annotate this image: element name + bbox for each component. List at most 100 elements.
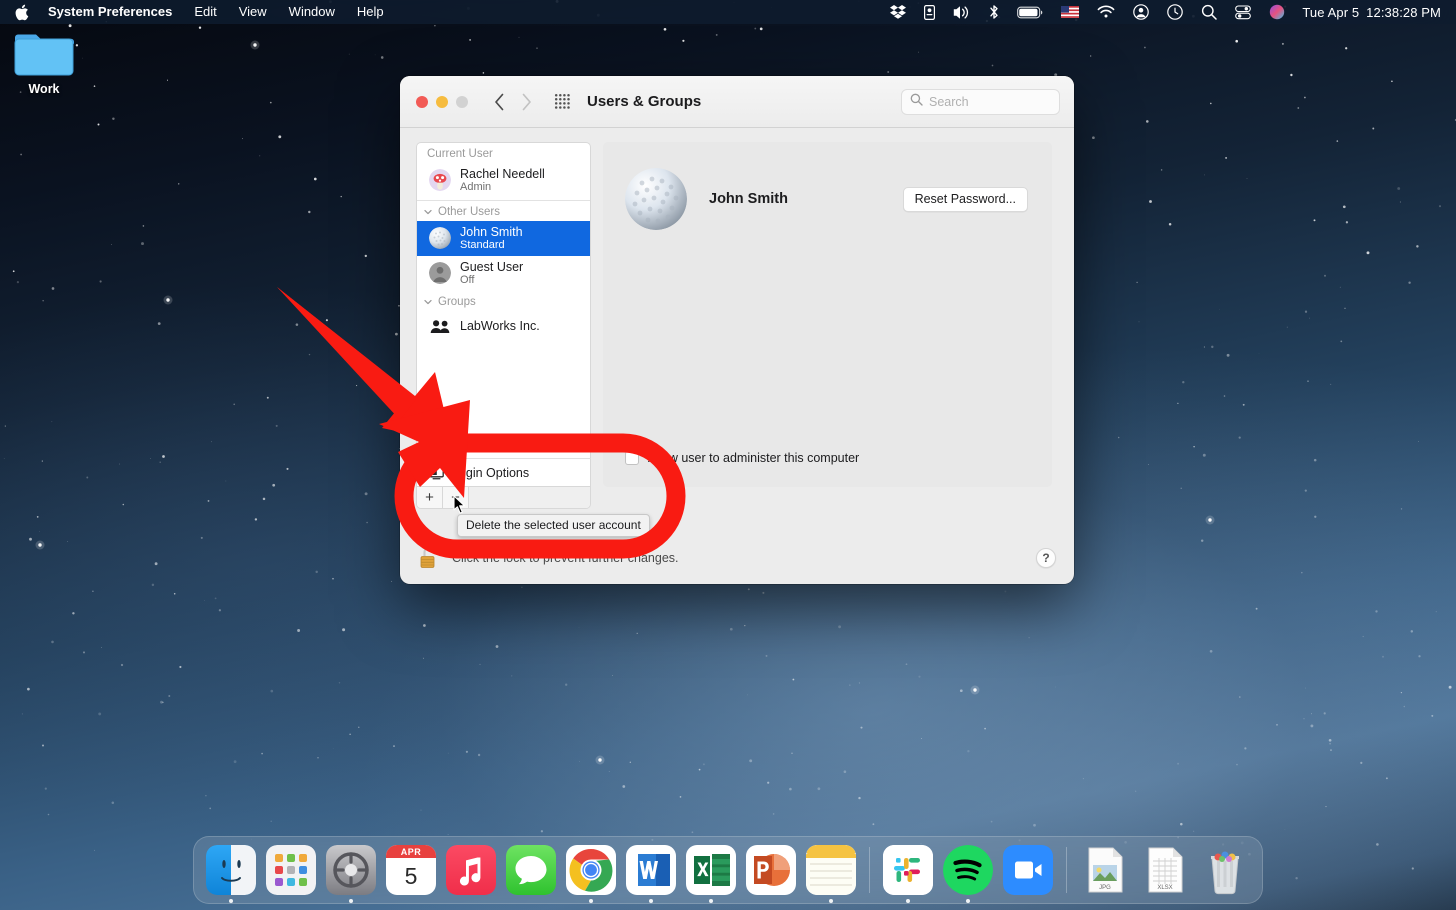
- user-row-rachel-needell[interactable]: Rachel Needell Admin: [417, 163, 590, 198]
- menu-bar-date: Tue Apr 5: [1302, 4, 1360, 20]
- user-row-guest-user[interactable]: Guest User Off: [417, 256, 590, 291]
- running-indicator: [349, 899, 353, 903]
- add-user-button[interactable]: +: [417, 487, 443, 508]
- apple-logo-icon[interactable]: [11, 4, 40, 21]
- running-indicator: [649, 899, 653, 903]
- close-button[interactable]: [416, 95, 428, 108]
- user-role: Off: [460, 273, 475, 286]
- backup-icon[interactable]: [915, 0, 944, 24]
- running-indicator: [829, 899, 833, 903]
- dock-item-slack[interactable]: [881, 843, 935, 903]
- window-controls: [416, 95, 468, 108]
- menu-item-view[interactable]: View: [228, 0, 278, 24]
- running-indicator: [709, 899, 713, 903]
- users-and-groups-window[interactable]: Users & Groups Search Current User Rache…: [400, 76, 1074, 584]
- back-chevron-icon[interactable]: [494, 93, 505, 111]
- dock-item-finder[interactable]: [204, 843, 258, 903]
- siri-icon[interactable]: [1260, 0, 1294, 24]
- user-name: Guest User: [460, 259, 524, 274]
- user-row-text: Rachel Needell Admin: [460, 167, 545, 193]
- menu-bar-status-area: Tue Apr 5 12:38:28 PM: [881, 0, 1447, 24]
- dock-item-launchpad[interactable]: [264, 843, 318, 897]
- desktop[interactable]: System Preferences Edit View Window Help: [0, 0, 1456, 910]
- dock-item-messages[interactable]: [504, 843, 558, 897]
- toolbar-filler: [469, 487, 590, 508]
- user-row-john-smith[interactable]: John Smith Standard: [417, 221, 590, 256]
- dock-item-powerpoint[interactable]: [744, 843, 798, 897]
- time-machine-icon[interactable]: [1158, 0, 1192, 24]
- dock-item-zoom[interactable]: [1001, 843, 1055, 897]
- dock-item-jpg-file[interactable]: JPG: [1078, 843, 1132, 897]
- golfball-avatar[interactable]: [625, 168, 687, 230]
- dock-item-music[interactable]: [444, 843, 498, 897]
- search-field[interactable]: Search: [901, 89, 1060, 115]
- xlsx-file-label: XLSX: [1157, 885, 1172, 891]
- group-header-label: Groups: [438, 296, 476, 308]
- dock-item-spotify[interactable]: [941, 843, 995, 903]
- wifi-icon[interactable]: [1088, 0, 1124, 24]
- music-icon: [446, 845, 496, 895]
- bluetooth-icon[interactable]: [980, 0, 1008, 24]
- chevron-down-icon[interactable]: [423, 297, 433, 307]
- person-avatar: [429, 262, 451, 284]
- running-indicator: [906, 899, 910, 903]
- menu-bar-clock[interactable]: Tue Apr 5 12:38:28 PM: [1294, 5, 1447, 20]
- dock-item-system-preferences[interactable]: [324, 843, 378, 903]
- running-indicator: [589, 899, 593, 903]
- us-flag-input-icon[interactable]: [1052, 0, 1088, 24]
- add-remove-toolbar: + −: [416, 487, 591, 509]
- dock-item-trash[interactable]: [1198, 843, 1252, 897]
- spotlight-search-icon[interactable]: [1192, 0, 1226, 24]
- login-options-row[interactable]: Login Options: [416, 458, 591, 487]
- volume-icon[interactable]: [944, 0, 980, 24]
- login-options-label: Login Options: [452, 465, 530, 480]
- group-header-other-users[interactable]: Other Users: [417, 201, 590, 221]
- excel-icon: [686, 845, 736, 895]
- admin-checkbox-row[interactable]: Allow user to administer this computer: [625, 451, 859, 465]
- dock-item-calendar[interactable]: APR 5: [384, 843, 438, 897]
- menu-item-window[interactable]: Window: [278, 0, 346, 24]
- navigation-buttons: [494, 93, 532, 111]
- dock-item-xlsx-file[interactable]: XLSX: [1138, 843, 1192, 897]
- menu-item-system-preferences[interactable]: System Preferences: [40, 0, 183, 24]
- group-header-label: Other Users: [438, 206, 500, 218]
- allow-admin-checkbox[interactable]: [625, 451, 639, 465]
- help-button[interactable]: ?: [1036, 548, 1056, 568]
- dock-item-excel[interactable]: [684, 843, 738, 903]
- reset-password-button[interactable]: Reset Password...: [902, 186, 1028, 212]
- xlsx-file-icon: XLSX: [1140, 845, 1190, 895]
- dropbox-icon[interactable]: [881, 0, 915, 24]
- control-center-icon[interactable]: [1226, 0, 1260, 24]
- unlocked-padlock-icon[interactable]: [418, 544, 440, 572]
- window-body: Current User Rachel Needell Admin Other …: [400, 128, 1074, 532]
- messages-icon: [506, 845, 556, 895]
- word-icon: [626, 845, 676, 895]
- menu-bar: System Preferences Edit View Window Help: [0, 0, 1456, 24]
- page-title: Users & Groups: [587, 93, 702, 110]
- group-name: LabWorks Inc.: [460, 319, 540, 333]
- menu-item-edit[interactable]: Edit: [183, 0, 227, 24]
- sidebar: Current User Rachel Needell Admin Other …: [416, 142, 591, 532]
- group-header-groups[interactable]: Groups: [417, 291, 590, 311]
- desktop-folder-work[interactable]: Work: [8, 30, 80, 96]
- menu-item-help[interactable]: Help: [346, 0, 395, 24]
- dock-item-word[interactable]: [624, 843, 678, 903]
- dock-separator: [869, 847, 870, 893]
- mushroom-avatar: [429, 169, 451, 191]
- show-all-grid-icon[interactable]: [554, 93, 571, 110]
- chevron-down-icon[interactable]: [423, 207, 433, 217]
- calendar-icon: APR 5: [386, 845, 436, 895]
- minimize-button[interactable]: [436, 95, 448, 108]
- tooltip: Delete the selected user account: [457, 514, 650, 537]
- battery-icon[interactable]: [1008, 0, 1052, 24]
- group-row-labworks-inc[interactable]: LabWorks Inc.: [417, 311, 590, 341]
- calendar-day: 5: [404, 863, 418, 889]
- desktop-folder-label: Work: [28, 82, 60, 96]
- account-icon[interactable]: [1124, 0, 1158, 24]
- user-list[interactable]: Current User Rachel Needell Admin Other …: [416, 142, 591, 458]
- dock-item-notes[interactable]: [804, 843, 858, 903]
- user-role: Standard: [460, 238, 505, 251]
- dock-item-chrome[interactable]: [564, 843, 618, 903]
- user-row-text: Guest User Off: [460, 260, 523, 286]
- dock[interactable]: APR 5 JPG XLSX: [193, 836, 1263, 904]
